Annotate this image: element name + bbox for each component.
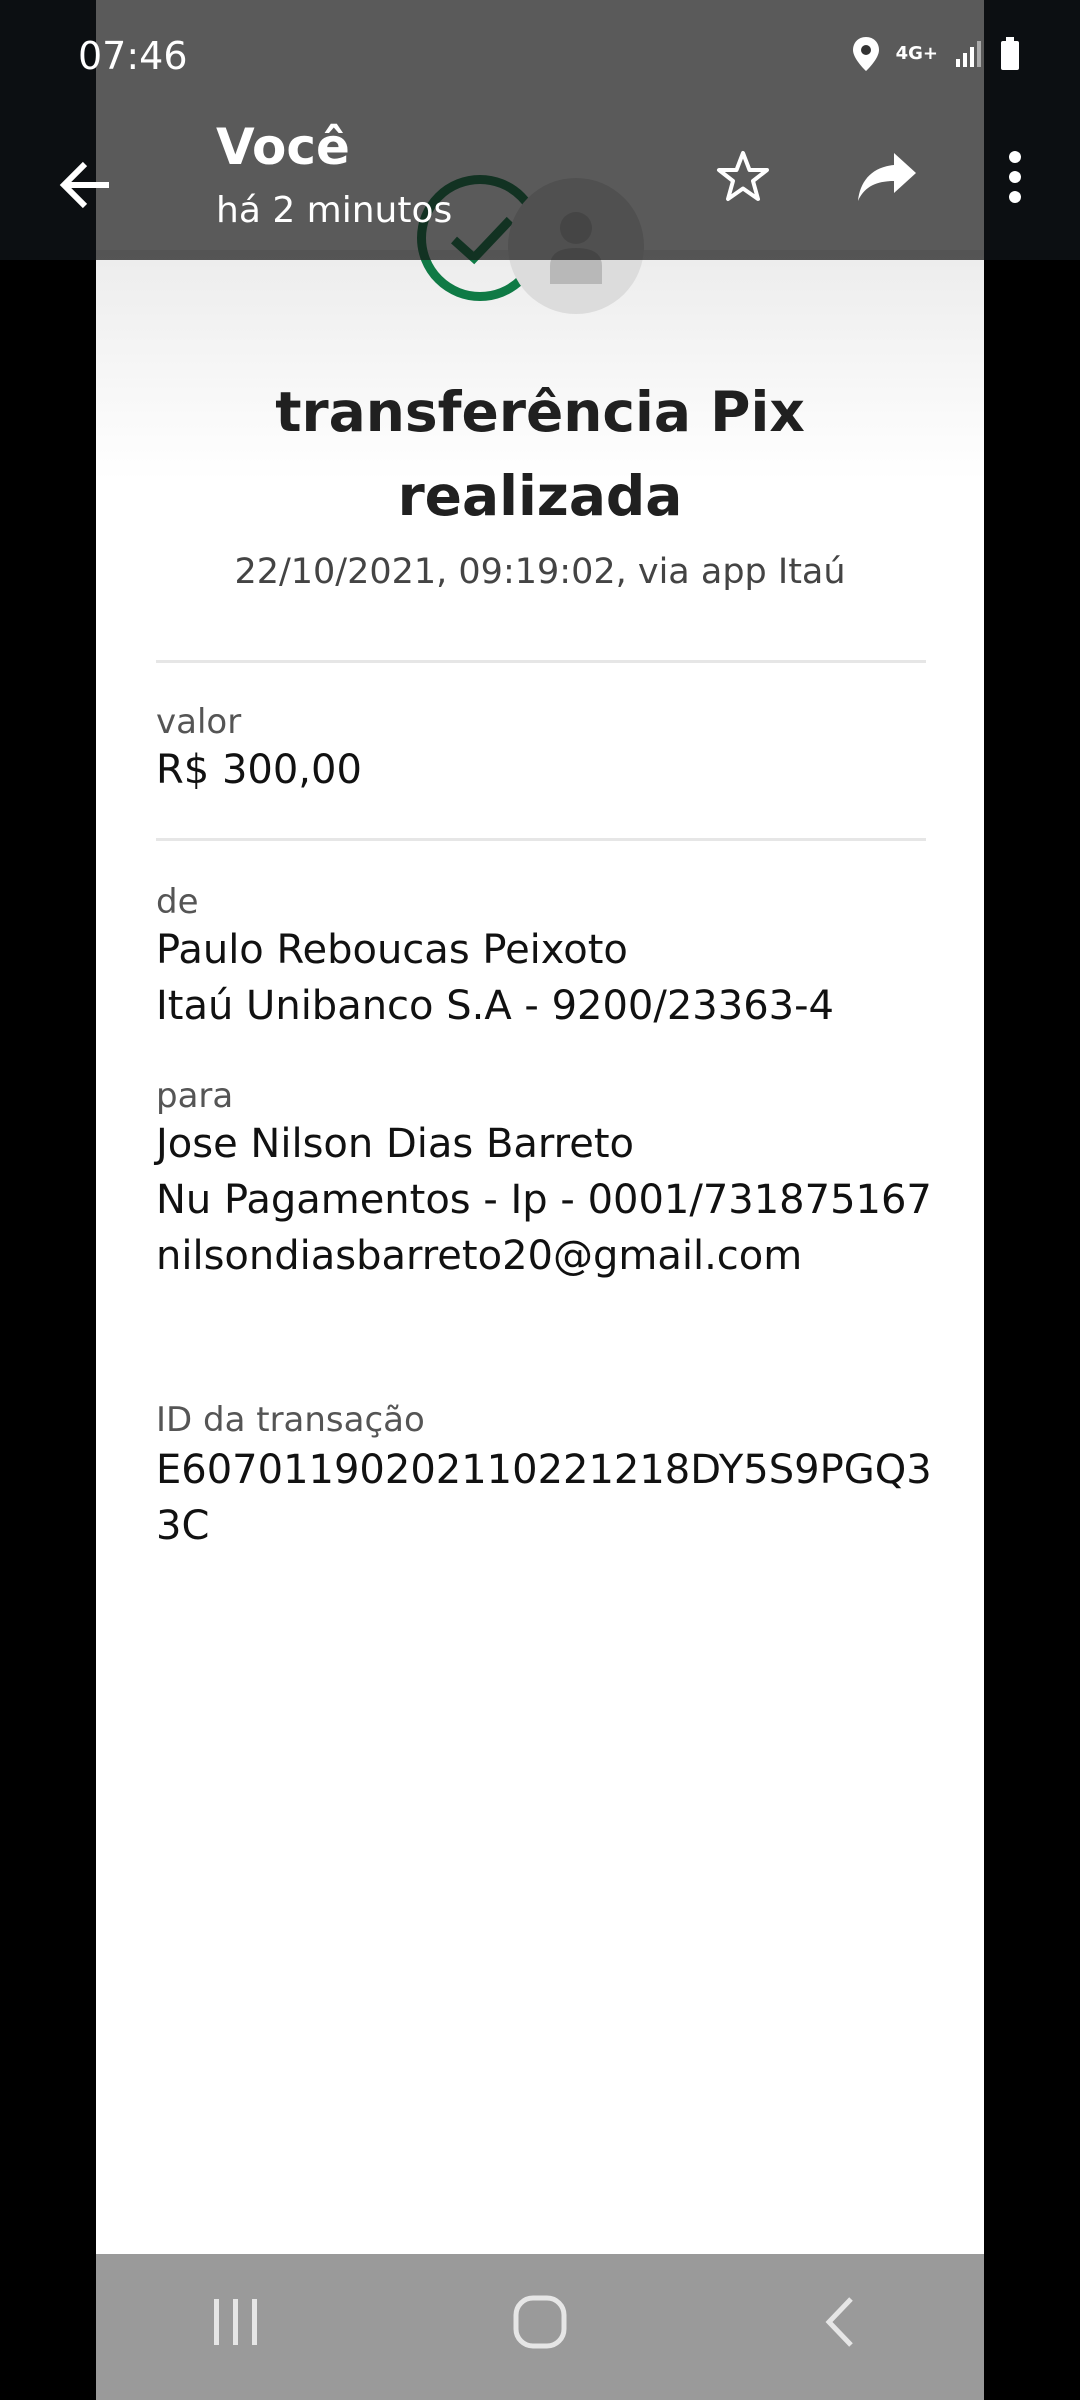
nav-back-button[interactable] (800, 2282, 880, 2362)
sender-title: Você (216, 118, 350, 176)
share-button[interactable] (850, 140, 924, 214)
divider (156, 838, 926, 841)
to-email: nilsondiasbarreto20@gmail.com (156, 1233, 803, 1279)
from-name: Paulo Reboucas Peixoto (156, 927, 628, 973)
more-options-button[interactable] (990, 140, 1040, 214)
to-name: Jose Nilson Dias Barreto (156, 1121, 634, 1167)
from-label: de (156, 882, 199, 922)
amount-value: R$ 300,00 (156, 747, 362, 793)
status-icons: 4G+ (852, 36, 1020, 72)
status-bar: 07:46 4G+ (0, 0, 1080, 110)
divider (156, 660, 926, 663)
more-vert-icon (1009, 151, 1021, 203)
txid-line2: 3C (156, 1503, 210, 1549)
from-account: Itaú Unibanco S.A - 9200/23363-4 (156, 983, 834, 1029)
nav-back-icon (825, 2297, 853, 2347)
timestamp-subtitle: há 2 minutos (216, 190, 453, 231)
share-icon (858, 153, 916, 201)
location-icon (852, 37, 879, 71)
battery-icon (1001, 37, 1019, 70)
star-icon (717, 151, 769, 201)
back-button[interactable] (50, 150, 120, 220)
to-account: Nu Pagamentos - Ip - 0001/731875167 (156, 1177, 932, 1223)
txid-label: ID da transação (156, 1400, 425, 1440)
txid-line1: E60701190202110221218DY5S9PGQ3 (156, 1447, 932, 1493)
star-button[interactable] (706, 140, 780, 214)
receipt-datetime: 22/10/2021, 09:19:02, via app Itaú (234, 552, 846, 592)
network-type: 4G+ (895, 43, 938, 64)
receipt-title-line1: transferência Pix (275, 380, 805, 444)
back-arrow-icon (59, 161, 109, 209)
receipt-image: transferência Pix realizada 22/10/2021, … (96, 0, 984, 2400)
recents-icon (214, 2299, 257, 2345)
system-nav-bar (0, 2254, 1080, 2400)
status-time: 07:46 (78, 34, 188, 78)
to-label: para (156, 1076, 234, 1116)
home-icon (513, 2295, 567, 2349)
signal-icon (956, 41, 981, 67)
receipt-title-line2: realizada (397, 464, 683, 528)
home-button[interactable] (500, 2282, 580, 2362)
amount-label: valor (156, 702, 242, 742)
recents-button[interactable] (196, 2282, 276, 2362)
